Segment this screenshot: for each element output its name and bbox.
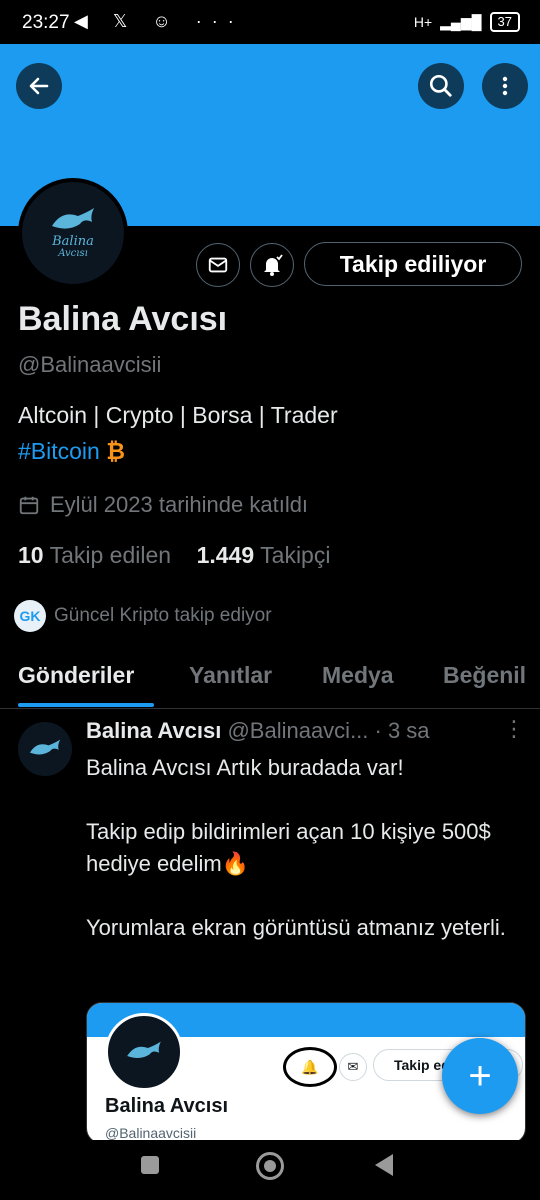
whale-logo: Balina Avcısı [22, 182, 124, 284]
search-button[interactable] [418, 63, 464, 109]
profile-tabs: Gönderiler Yanıtlar Medya Beğenil [0, 656, 540, 709]
media-name: Balina Avcısı [105, 1095, 229, 1117]
media-handle: @Balinaavcisii [105, 1125, 197, 1141]
tab-likes[interactable]: Beğenil [443, 662, 526, 689]
followers-link[interactable]: 1.449 Takipçi [197, 542, 331, 568]
followed-by[interactable]: GK Güncel Kripto takip ediyor [14, 600, 272, 632]
following-label: Takip edilen [49, 542, 172, 568]
media-mail-icon: ✉ [339, 1053, 367, 1081]
whale-icon [29, 739, 61, 755]
tab-posts[interactable]: Gönderiler [18, 662, 134, 689]
join-date-text: Eylül 2023 tarihinde katıldı [50, 492, 309, 517]
followed-by-text: Güncel Kripto takip ediyor [54, 605, 272, 626]
arrow-left-icon [29, 77, 49, 95]
compose-button[interactable]: + [442, 1038, 518, 1114]
following-count: 10 [18, 542, 44, 568]
more-options-button[interactable] [482, 63, 528, 109]
profile-name: Balina Avcısı [18, 300, 228, 338]
mail-icon [208, 257, 228, 273]
notifications-button[interactable] [250, 243, 294, 287]
bio-hashtag-line: #Bitcoin ₿ [18, 438, 125, 465]
status-time: 23:27 [22, 12, 70, 33]
tweet-handle-time: @Balinaavci... · 3 sa [227, 718, 430, 743]
join-date: Eylül 2023 tarihinde katıldı [18, 492, 308, 518]
bell-check-icon [264, 254, 283, 276]
more-vertical-icon [502, 76, 508, 96]
bitcoin-icon: ₿ [106, 438, 125, 464]
tweet-header: Balina Avcısı @Balinaavci... · 3 sa [86, 718, 430, 744]
following-link[interactable]: 10 Takip edilen [18, 542, 171, 568]
followed-by-avatar: GK [14, 600, 46, 632]
back-button[interactable] [16, 63, 62, 109]
signal-icon: ▂▄▆█ [440, 13, 482, 30]
tweet-avatar[interactable] [18, 722, 72, 776]
home-button[interactable] [256, 1152, 284, 1180]
bio-line: Altcoin | Crypto | Borsa | Trader [18, 402, 338, 428]
profile-handle: @Balinaavcisii [18, 352, 162, 377]
tweet-more-icon[interactable]: ⋮ [503, 716, 525, 742]
whale-icon [52, 208, 94, 229]
followers-label: Takipçi [260, 542, 331, 568]
tab-media[interactable]: Medya [322, 662, 394, 689]
active-tab-indicator [18, 703, 154, 707]
home-dot-icon [264, 1160, 276, 1172]
media-bell-icon: 🔔 [283, 1047, 337, 1087]
search-icon [429, 74, 452, 97]
back-nav-button[interactable] [375, 1154, 393, 1176]
calendar-icon [19, 496, 39, 515]
tweet-author[interactable]: Balina Avcısı [86, 718, 221, 743]
avatar-logo-line2: Avcısı [58, 248, 88, 259]
message-button[interactable] [196, 243, 240, 287]
battery-icon: 37 [489, 12, 520, 32]
hashtag-link[interactable]: #Bitcoin [18, 438, 100, 464]
notification-icons: ◀ 𝕏 ☺ ··· [74, 11, 244, 31]
status-right: H+ ▂▄▆█ 37 [414, 12, 520, 32]
network-indicator: H+ [413, 14, 433, 30]
media-avatar [105, 1013, 183, 1091]
followers-count: 1.449 [196, 542, 255, 568]
avatar-logo-line1: Balina [52, 234, 94, 249]
follow-counts: 10 Takip edilen 1.449 Takipçi [18, 542, 330, 569]
recents-button[interactable] [141, 1156, 159, 1174]
tweet-text: Balina Avcısı Artık buradada var! Takip … [86, 755, 506, 940]
following-button[interactable]: Takip ediliyor [304, 242, 522, 286]
profile-avatar[interactable]: Balina Avcısı [18, 178, 128, 288]
whale-icon [127, 1041, 161, 1059]
tab-replies[interactable]: Yanıtlar [189, 662, 272, 689]
